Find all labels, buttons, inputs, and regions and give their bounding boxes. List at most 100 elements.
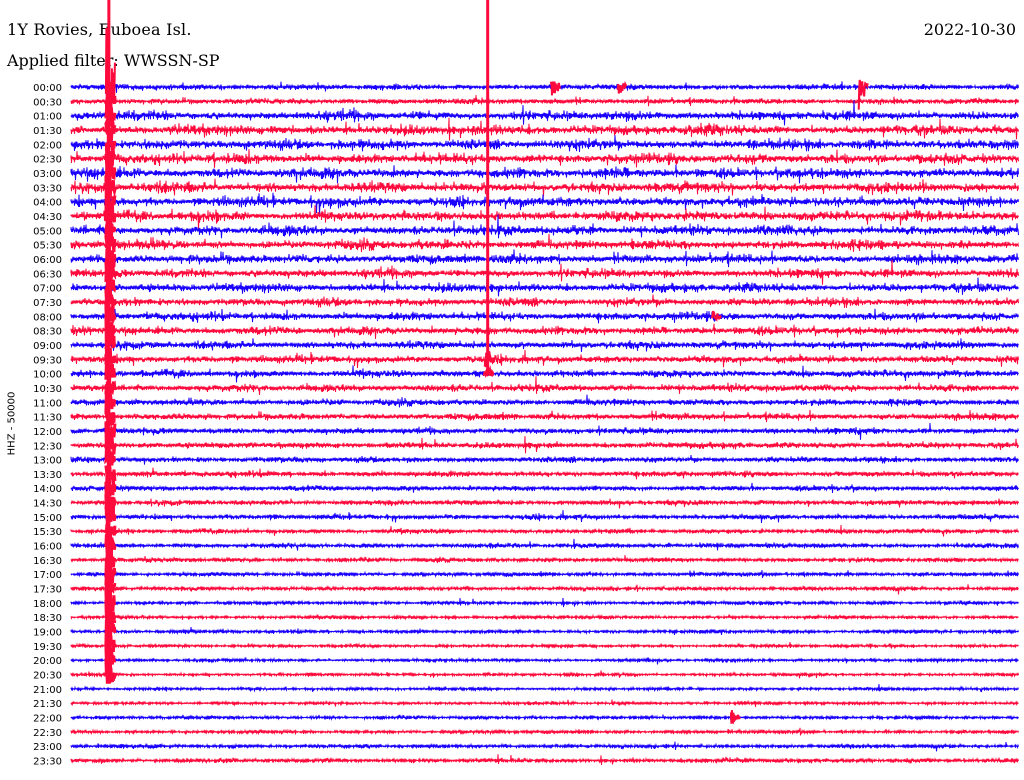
trace-1230 — [70, 436, 1019, 454]
time-tick-0230: 02:30 — [33, 155, 62, 166]
time-tick-2000: 20:00 — [33, 656, 62, 667]
trace-1300 — [70, 455, 1019, 465]
trace-1900 — [70, 627, 1019, 636]
trace-2030 — [70, 670, 1019, 679]
trace-1730 — [70, 584, 1019, 595]
trace-1930 — [70, 641, 1019, 650]
trace-0200 — [70, 135, 1019, 153]
trace-1800 — [70, 597, 1019, 608]
time-tick-0800: 08:00 — [33, 312, 62, 323]
time-tick-2130: 21:30 — [33, 699, 62, 710]
time-tick-1930: 19:30 — [33, 642, 62, 653]
trace-0030 — [70, 95, 1019, 107]
trace-2130 — [70, 699, 1019, 708]
time-tick-1700: 17:00 — [33, 570, 62, 581]
time-tick-2300: 23:00 — [33, 742, 62, 753]
time-tick-1830: 18:30 — [33, 613, 62, 624]
trace-2100 — [70, 684, 1019, 693]
trace-1630 — [70, 555, 1019, 564]
time-tick-1800: 18:00 — [33, 599, 62, 610]
event-trace — [616, 80, 628, 94]
time-tick-0500: 05:00 — [33, 226, 62, 237]
trace-1000 — [70, 365, 1019, 383]
seismic-event-4 — [616, 80, 628, 94]
time-tick-1600: 16:00 — [33, 542, 62, 553]
time-tick-0000: 00:00 — [33, 83, 62, 94]
trace-1600 — [70, 538, 1019, 551]
trace-0330 — [70, 178, 1019, 197]
event-trace — [549, 81, 561, 96]
seismic-event-1 — [104, 0, 117, 684]
time-tick-1900: 19:00 — [33, 628, 62, 639]
time-tick-0130: 01:30 — [33, 126, 62, 137]
trace-2000 — [70, 656, 1019, 665]
trace-0800 — [70, 308, 1019, 324]
seismic-event-7 — [729, 710, 741, 725]
time-tick-0730: 07:30 — [33, 298, 62, 309]
trace-0600 — [70, 249, 1019, 268]
time-tick-1500: 15:00 — [33, 513, 62, 524]
trace-1500 — [70, 510, 1019, 524]
trace-1100 — [70, 394, 1019, 408]
trace-group — [70, 81, 1019, 765]
trace-0430 — [70, 205, 1019, 232]
seismic-event-2 — [857, 79, 869, 110]
time-tick-1100: 11:00 — [33, 398, 62, 409]
event-group — [104, 0, 869, 725]
time-tick-0600: 06:00 — [33, 255, 62, 266]
trace-1330 — [70, 467, 1019, 480]
trace-1030 — [70, 376, 1019, 396]
trace-0730 — [70, 294, 1019, 311]
time-tick-1130: 11:30 — [33, 413, 62, 424]
time-tick-0330: 03:30 — [33, 183, 62, 194]
time-tick-0100: 01:00 — [33, 112, 62, 123]
time-tick-2030: 20:30 — [33, 671, 62, 682]
time-tick-1400: 14:00 — [33, 484, 62, 495]
time-tick-2100: 21:00 — [33, 685, 62, 696]
trace-0100 — [70, 100, 1019, 126]
time-tick-1530: 15:30 — [33, 527, 62, 538]
time-tick-0530: 05:30 — [33, 241, 62, 252]
trace-0300 — [70, 164, 1019, 184]
trace-0830 — [70, 323, 1019, 339]
trace-2230 — [70, 727, 1019, 736]
helicorder-plot: 00:00 00:30 01:00 01:30 02:00 02:30 03:00 03:30… — [33, 0, 1019, 768]
time-tick-0830: 08:30 — [33, 327, 62, 338]
time-tick-1030: 10:30 — [33, 384, 62, 395]
time-tick-0930: 09:30 — [33, 355, 62, 366]
trace-0530 — [70, 233, 1019, 253]
event-trace — [483, 351, 495, 368]
trace-1200 — [70, 422, 1019, 440]
event-trace — [729, 710, 741, 725]
time-tick-1300: 13:00 — [33, 456, 62, 467]
time-tick-0300: 03:00 — [33, 169, 62, 180]
event-trace — [857, 79, 869, 110]
time-tick-0900: 09:00 — [33, 341, 62, 352]
trace-0930 — [70, 349, 1019, 369]
trace-0230 — [70, 149, 1019, 168]
trace-1530 — [70, 524, 1019, 537]
time-tick-1430: 14:30 — [33, 499, 62, 510]
trace-1400 — [70, 482, 1019, 493]
time-tick-labels: 00:00 00:30 01:00 01:30 02:00 02:30 03:00 03:30… — [33, 83, 62, 768]
time-tick-0030: 00:30 — [33, 97, 62, 108]
trace-0900 — [70, 338, 1019, 353]
time-tick-0200: 02:00 — [33, 140, 62, 151]
time-tick-1230: 12:30 — [33, 441, 62, 452]
time-tick-1000: 10:00 — [33, 370, 62, 381]
time-tick-2200: 22:00 — [33, 714, 62, 725]
seismic-event-3 — [549, 81, 561, 96]
time-tick-1200: 12:00 — [33, 427, 62, 438]
trace-0700 — [70, 275, 1019, 299]
event-trace — [482, 365, 495, 379]
time-tick-1730: 17:30 — [33, 585, 62, 596]
trace-0130 — [70, 117, 1019, 141]
time-tick-0430: 04:30 — [33, 212, 62, 223]
time-tick-0630: 06:30 — [33, 269, 62, 280]
time-tick-1330: 13:30 — [33, 470, 62, 481]
time-tick-0400: 04:00 — [33, 198, 62, 209]
time-tick-1630: 16:30 — [33, 556, 62, 567]
time-tick-2230: 22:30 — [33, 728, 62, 739]
time-tick-0700: 07:00 — [33, 284, 62, 295]
trace-0630 — [70, 259, 1019, 285]
